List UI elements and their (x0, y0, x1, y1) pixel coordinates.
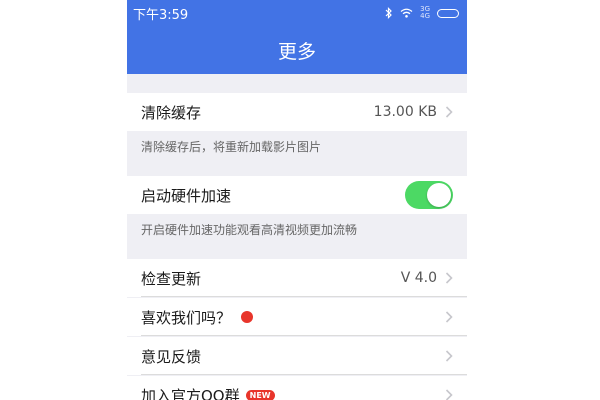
chevron-right-icon (445, 272, 453, 284)
like-us-label: 喜欢我们吗？ (141, 308, 232, 327)
phone-screen: 下午3:59 3G 4G 更多 清除缓存 13.00 KB 清除缓存后，将重新加… (127, 0, 467, 400)
bluetooth-icon (385, 7, 393, 19)
hw-accel-note: 开启硬件加速功能观看高清视频更加流畅 (141, 223, 358, 237)
version-value: V 4.0 (400, 270, 437, 286)
join-qq-label: 加入官方QQ群 (141, 386, 240, 400)
row-divider (141, 335, 467, 336)
clear-cache-note: 清除缓存后，将重新加载影片图片 (141, 140, 322, 154)
toggle-knob (427, 183, 451, 207)
feedback-row[interactable]: 意见反馈 (127, 337, 467, 375)
hw-accel-label: 启动硬件加速 (141, 186, 232, 205)
row-divider (141, 374, 467, 375)
join-qq-label-wrap: 加入官方QQ群 NEW (141, 385, 445, 400)
cache-size-value: 13.00 KB (373, 104, 437, 120)
chevron-right-icon (445, 106, 453, 118)
status-time: 下午3:59 (133, 7, 189, 23)
network-type: 3G 4G (420, 6, 430, 20)
like-us-row[interactable]: 喜欢我们吗？ (127, 298, 467, 336)
red-dot-badge (241, 311, 254, 323)
check-update-row[interactable]: 检查更新 V 4.0 (127, 259, 467, 297)
chevron-right-icon (445, 350, 453, 362)
network-bottom: 4G (420, 12, 430, 20)
join-qq-row[interactable]: 加入官方QQ群 NEW (127, 376, 467, 400)
new-badge: NEW (245, 389, 275, 400)
page-title: 更多 (277, 40, 316, 63)
nav-bar: 更多 (127, 26, 467, 74)
battery-icon (437, 8, 459, 18)
like-us-label-wrap: 喜欢我们吗？ (141, 307, 445, 328)
chevron-right-icon (445, 311, 453, 323)
hw-accel-toggle[interactable] (405, 181, 453, 209)
status-icons: 3G 4G (385, 6, 459, 20)
clear-cache-row[interactable]: 清除缓存 13.00 KB (127, 93, 467, 131)
wifi-icon (400, 8, 413, 18)
status-bar: 下午3:59 3G 4G (127, 0, 467, 26)
feedback-label: 意见反馈 (141, 347, 202, 366)
chevron-right-icon (445, 389, 453, 400)
hw-accel-row: 启动硬件加速 (127, 176, 467, 214)
check-update-label: 检查更新 (141, 269, 202, 288)
clear-cache-label: 清除缓存 (141, 103, 202, 122)
row-divider (141, 296, 467, 297)
